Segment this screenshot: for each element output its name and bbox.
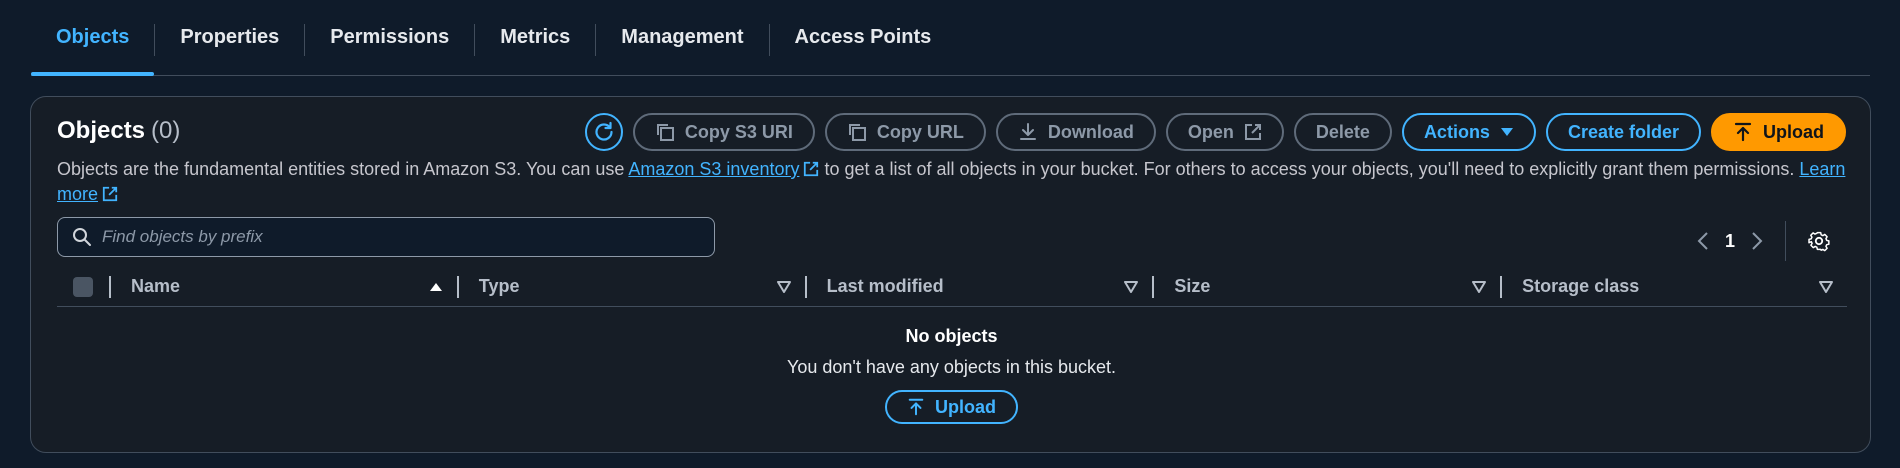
current-page[interactable]: 1	[1725, 231, 1735, 252]
search-icon	[73, 228, 91, 246]
copy-s3-uri-label: Copy S3 URI	[684, 121, 793, 142]
gear-icon[interactable]	[1808, 230, 1830, 252]
column-header-storage-class[interactable]: Storage class	[1502, 267, 1847, 307]
select-all-checkbox[interactable]	[73, 276, 93, 297]
sort-icon	[1472, 280, 1487, 293]
create-folder-button[interactable]: Create folder	[1545, 113, 1701, 151]
description-text: to get a list of all objects in your buc…	[819, 159, 1800, 179]
actions-label: Actions	[1423, 121, 1490, 142]
open-button[interactable]: Open	[1165, 113, 1284, 151]
panel-description: Objects are the fundamental entities sto…	[57, 157, 1857, 207]
upload-button[interactable]: Upload	[1711, 113, 1846, 151]
download-button[interactable]: Download	[995, 113, 1156, 151]
external-link-icon	[1244, 124, 1261, 140]
column-label: Type	[478, 276, 520, 296]
external-link-icon	[102, 186, 118, 202]
sort-icon	[776, 280, 791, 293]
external-link-icon	[804, 161, 819, 177]
copy-s3-uri-button[interactable]: Copy S3 URI	[632, 113, 815, 151]
open-label: Open	[1187, 121, 1234, 142]
sort-icon	[1818, 280, 1833, 293]
tab-properties[interactable]: Properties	[155, 0, 304, 75]
upload-icon	[908, 398, 924, 416]
upload-label: Upload	[1763, 121, 1824, 142]
column-header-last-modified[interactable]: Last modified	[807, 267, 1153, 307]
empty-state-title: No objects	[905, 326, 998, 346]
s3-inventory-link[interactable]: Amazon S3 inventory	[628, 159, 799, 179]
search-field[interactable]	[57, 217, 715, 257]
empty-state-text: You don't have any objects in this bucke…	[787, 357, 1116, 377]
search-input[interactable]	[102, 227, 702, 247]
refresh-button[interactable]	[584, 113, 623, 151]
object-count: (0)	[151, 117, 181, 144]
column-label: Size	[1174, 276, 1211, 296]
actions-dropdown[interactable]: Actions	[1401, 113, 1536, 151]
objects-panel: Objects (0) Copy S3 URI Copy URL Download…	[30, 96, 1871, 453]
empty-state: No objects You don't have any objects in…	[31, 326, 1872, 424]
delete-button[interactable]: Delete	[1293, 113, 1392, 151]
sort-ascending-icon	[429, 282, 442, 291]
upload-icon	[1734, 122, 1752, 142]
toolbar: Copy S3 URI Copy URL Download Open Delet…	[584, 113, 1846, 151]
copy-url-label: Copy URL	[876, 121, 964, 142]
column-label: Last modified	[826, 276, 944, 296]
sort-icon	[1124, 280, 1139, 293]
tab-management[interactable]: Management	[596, 0, 768, 75]
tab-metrics[interactable]: Metrics	[475, 0, 595, 75]
column-label: Name	[130, 276, 181, 296]
download-icon	[1019, 123, 1036, 140]
refresh-icon	[595, 121, 613, 141]
tab-objects[interactable]: Objects	[31, 0, 155, 76]
copy-icon	[848, 124, 866, 141]
copy-url-button[interactable]: Copy URL	[824, 113, 986, 151]
delete-label: Delete	[1315, 121, 1370, 142]
column-header-type[interactable]: Type	[459, 267, 805, 307]
column-header-size[interactable]: Size	[1154, 267, 1500, 307]
description-text: Objects are the fundamental entities sto…	[57, 159, 629, 179]
create-folder-label: Create folder	[1567, 121, 1679, 142]
pagination: 1	[1697, 221, 1830, 261]
tab-bar: Objects Properties Permissions Metrics M…	[31, 0, 1870, 76]
download-label: Download	[1047, 121, 1134, 142]
column-label: Storage class	[1522, 276, 1640, 296]
chevron-left-icon[interactable]	[1697, 231, 1709, 251]
chevron-right-icon[interactable]	[1751, 231, 1763, 251]
panel-title: Objects (0)	[57, 117, 180, 145]
panel-title-text: Objects	[57, 117, 146, 144]
tab-permissions[interactable]: Permissions	[305, 0, 474, 75]
empty-upload-label: Upload	[935, 396, 996, 417]
empty-upload-button[interactable]: Upload	[885, 390, 1018, 424]
table-header: Name Type Last modified Size Storage cla…	[57, 267, 1847, 307]
copy-icon	[656, 124, 674, 141]
pager-divider	[1785, 221, 1786, 261]
caret-down-icon	[1500, 128, 1513, 136]
column-header-name[interactable]: Name	[111, 267, 457, 307]
tab-access-points[interactable]: Access Points	[770, 0, 957, 75]
